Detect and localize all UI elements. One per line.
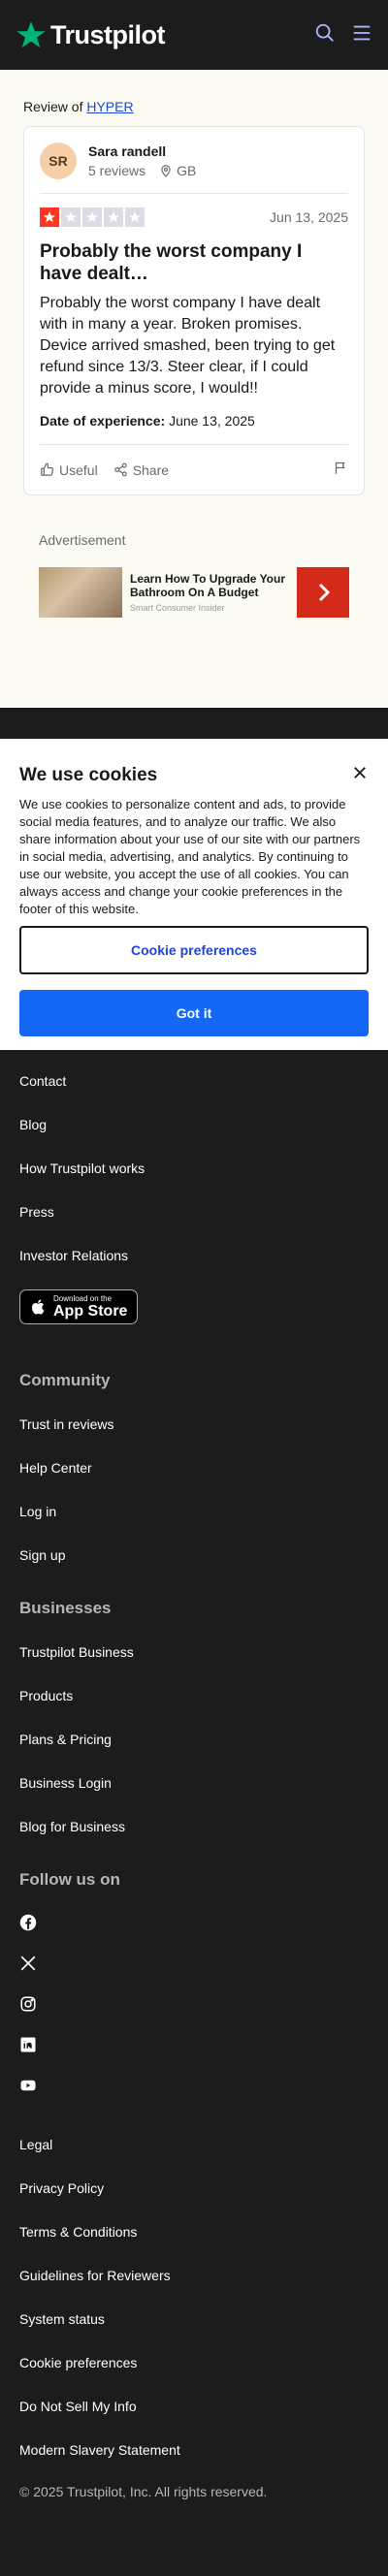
legal-link[interactable]: Do Not Sell My Info xyxy=(19,2397,369,2440)
review-card: SR Sara randell 5 reviews GB Jun 13, 202… xyxy=(23,126,365,495)
facebook-icon[interactable] xyxy=(19,1914,369,1955)
app-store-big: App Store xyxy=(53,1303,128,1320)
experience-date: June 13, 2025 xyxy=(169,413,255,429)
business-link[interactable]: Trustpilot Business xyxy=(19,1642,369,1686)
cookie-banner: We use cookies We use cookies to persona… xyxy=(0,739,388,1050)
star-empty-icon xyxy=(125,207,145,227)
legal-link[interactable]: Legal xyxy=(19,2135,369,2178)
footer-link[interactable]: Investor Relations xyxy=(19,1246,369,1289)
businesses-heading: Businesses xyxy=(19,1599,112,1617)
menu-icon[interactable] xyxy=(351,22,372,48)
share-icon xyxy=(113,462,127,477)
main-content: Review of HYPER SR Sara randell 5 review… xyxy=(0,70,388,708)
app-store-small: Download on the xyxy=(53,1294,113,1303)
review-title[interactable]: Probably the worst company I have dealt… xyxy=(40,240,348,285)
ad-title[interactable]: Learn How To Upgrade Your Bathroom On A … xyxy=(130,572,289,599)
ad-image[interactable] xyxy=(39,567,122,618)
star-empty-icon xyxy=(104,207,123,227)
thumbs-up-icon xyxy=(41,462,54,476)
divider xyxy=(40,193,348,194)
x-icon[interactable] xyxy=(19,1955,369,1995)
review-count: 5 reviews xyxy=(88,163,146,178)
chevron-right-icon xyxy=(318,583,331,602)
reviewer-country: GB xyxy=(177,163,197,178)
cookie-preferences-button[interactable]: Cookie preferences xyxy=(19,926,369,974)
business-link[interactable]: Blog for Business xyxy=(19,1817,369,1860)
star-filled-icon xyxy=(40,207,59,227)
ad-arrow-button[interactable] xyxy=(297,567,349,618)
star-logo-icon xyxy=(16,21,46,48)
date-of-experience: Date of experience: June 13, 2025 xyxy=(40,413,348,429)
legal-link[interactable]: Guidelines for Reviewers xyxy=(19,2266,369,2309)
follow-heading: Follow us on xyxy=(19,1870,120,1889)
ad-source: Smart Consumer Insider xyxy=(130,603,225,613)
footer-link[interactable]: Contact xyxy=(19,1071,369,1115)
star-empty-icon xyxy=(82,207,102,227)
community-heading: Community xyxy=(19,1371,111,1389)
footer-link[interactable]: Blog xyxy=(19,1115,369,1159)
location-pin-icon xyxy=(161,165,171,177)
review-of: Review of HYPER xyxy=(23,99,365,114)
useful-button[interactable]: Useful xyxy=(40,462,98,478)
cookie-text: We use cookies to personalize content an… xyxy=(19,797,361,916)
legal-link[interactable]: Privacy Policy xyxy=(19,2178,369,2222)
footer-link[interactable]: How Trustpilot works xyxy=(19,1159,369,1202)
logo-text: Trustpilot xyxy=(50,19,166,49)
search-icon[interactable] xyxy=(314,22,336,48)
avatar: SR xyxy=(40,143,77,179)
footer: We use cookies We use cookies to persona… xyxy=(0,708,388,2548)
footer-link[interactable]: Press xyxy=(19,1202,369,1246)
review-of-prefix: Review of xyxy=(23,99,83,114)
legal-link[interactable]: System status xyxy=(19,2309,369,2353)
share-label: Share xyxy=(132,461,170,478)
review-date: Jun 13, 2025 xyxy=(270,209,348,225)
advertisement[interactable]: Learn How To Upgrade Your Bathroom On A … xyxy=(39,567,349,618)
business-link[interactable]: Products xyxy=(19,1686,369,1730)
legal-link[interactable]: Cookie preferences xyxy=(19,2353,369,2397)
copyright: © 2025 Trustpilot, Inc. All rights reser… xyxy=(19,2484,268,2499)
ad-label: Advertisement xyxy=(39,532,126,548)
top-header: Trustpilot xyxy=(0,0,388,70)
business-link[interactable]: Plans & Pricing xyxy=(19,1730,369,1773)
company-link[interactable]: HYPER xyxy=(86,99,133,114)
legal-link[interactable]: Modern Slavery Statement xyxy=(19,2440,369,2484)
instagram-icon[interactable] xyxy=(19,1995,369,2036)
business-link[interactable]: Business Login xyxy=(19,1773,369,1817)
star-empty-icon xyxy=(61,207,81,227)
share-button[interactable]: Share xyxy=(113,462,169,478)
experience-label: Date of experience: xyxy=(40,413,166,429)
legal-link[interactable]: Terms & Conditions xyxy=(19,2222,369,2266)
cookie-title: We use cookies xyxy=(19,764,158,785)
community-link[interactable]: Sign up xyxy=(19,1545,369,1589)
linkedin-icon[interactable] xyxy=(19,2036,369,2077)
community-link[interactable]: Log in xyxy=(19,1502,369,1545)
app-store-badge[interactable]: Download on the App Store xyxy=(19,1289,139,1324)
trustpilot-logo[interactable]: Trustpilot xyxy=(16,19,166,50)
community-link[interactable]: Trust in reviews xyxy=(19,1415,369,1458)
star-rating xyxy=(40,207,145,227)
got-it-button[interactable]: Got it xyxy=(19,990,369,1036)
review-body: Probably the worst company I have dealt … xyxy=(40,295,336,397)
useful-label: Useful xyxy=(59,461,98,478)
community-link[interactable]: Help Center xyxy=(19,1458,369,1502)
close-icon[interactable] xyxy=(351,764,369,786)
youtube-icon[interactable] xyxy=(19,2077,369,2117)
flag-icon[interactable] xyxy=(334,461,348,480)
apple-icon xyxy=(31,1299,45,1315)
reviewer-name: Sara randell xyxy=(88,143,167,159)
reviewer-info[interactable]: SR Sara randell 5 reviews GB xyxy=(40,143,348,179)
